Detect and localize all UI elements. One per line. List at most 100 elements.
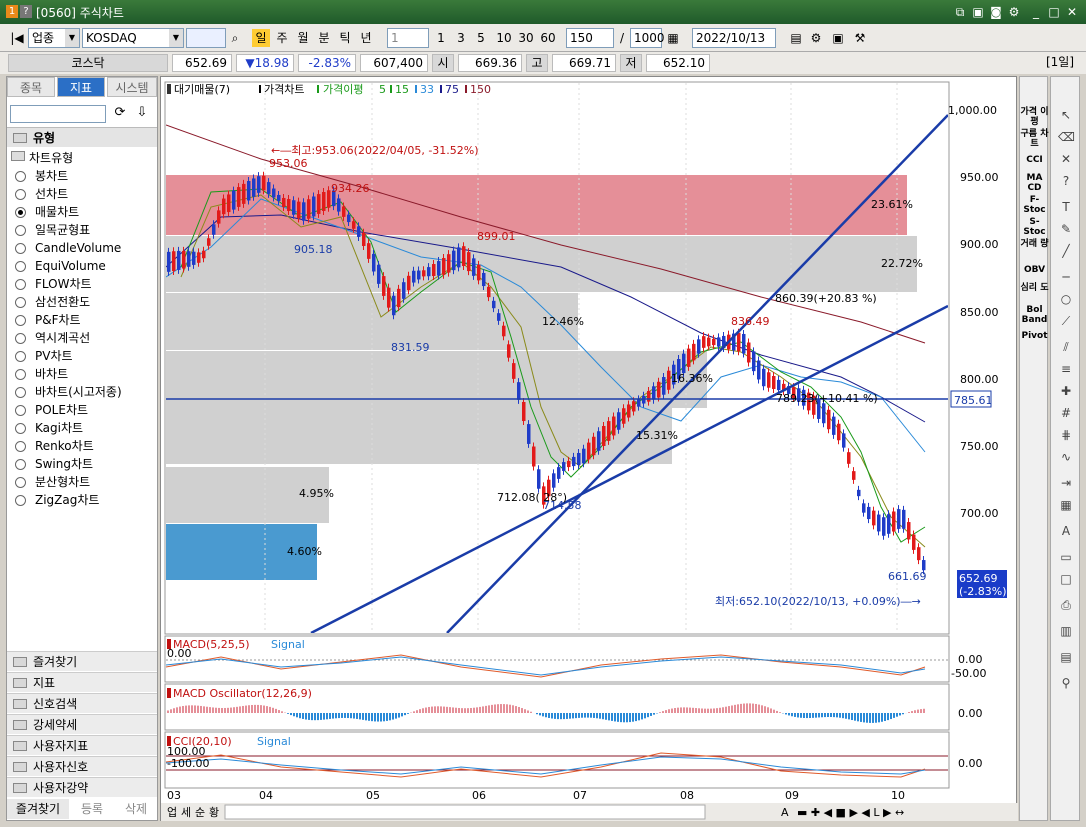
count-stepper[interactable]: 150 [566,28,614,48]
text-icon[interactable]: T [1058,199,1074,215]
chart-area[interactable]: 대기매물(7) 가격차트 가격이평 5 15 33 75 150 ←―최고:95… [160,76,1018,822]
num-60[interactable]: 60 [538,29,558,47]
chart-type-item[interactable]: 선차트 [15,186,68,203]
num-3[interactable]: 3 [454,29,468,47]
help-icon[interactable]: ? [20,5,32,18]
help-icon[interactable]: ? [1058,173,1074,189]
chart-type-item[interactable]: 역시계곡선 [15,330,90,347]
nav-first-icon[interactable]: |◀ [8,29,26,47]
shortcut-psych[interactable]: 심리 도 [1020,283,1049,293]
rect-icon[interactable]: □ [1058,571,1074,587]
chart-type-item[interactable]: Kagi차트 [15,420,83,437]
num-5[interactable]: 5 [474,29,488,47]
bottom-tab[interactable]: 업 [167,806,177,819]
shortcut-cci[interactable]: CCI [1020,155,1049,165]
chart-type-item[interactable]: 분산형차트 [15,474,90,491]
link-icon[interactable]: ⧉ [952,4,968,20]
close-button[interactable]: ✕ [1064,4,1080,20]
bottom-tab[interactable]: 세 [181,806,191,819]
market-select[interactable]: 업종 ▼ [28,28,80,48]
shortcut-fstoc[interactable]: F- Stoc [1020,195,1049,215]
shortcut-pivot[interactable]: Pivot [1020,331,1049,341]
gann-icon[interactable]: ⋕ [1058,427,1074,443]
shortcut-macd[interactable]: MA CD [1020,173,1049,193]
copy-icon[interactable]: ▣ [970,4,986,20]
search-input[interactable] [10,105,106,123]
register-button[interactable]: 등록 [71,799,113,819]
minimize-button[interactable]: _ [1028,4,1044,20]
auto-icon[interactable]: A [1058,523,1074,539]
bottom-tab[interactable]: 황 [209,806,219,819]
chart-type-item[interactable]: 매물차트 [15,204,79,221]
favorites-button[interactable]: 즐겨찾기 [7,799,69,819]
shortcut-sstoc[interactable]: S- Stoc [1020,217,1049,237]
grid-icon[interactable]: # [1058,405,1074,421]
folder-strength[interactable]: 강세약세 [7,714,157,734]
chart-type-item[interactable]: ZigZag차트 [15,492,99,509]
window-icon[interactable]: ▭ [1058,549,1074,565]
chart-type-item[interactable]: EquiVolume [15,258,106,275]
num-30[interactable]: 30 [516,29,536,47]
chart-type-item[interactable]: POLE차트 [15,402,88,419]
chart-type-item[interactable]: PV차트 [15,348,73,365]
chart-type-item[interactable]: 바차트 [15,366,68,383]
period-year[interactable]: 년 [357,29,375,47]
chart-type-item[interactable]: FLOW차트 [15,276,92,293]
tab-indicator[interactable]: 지표 [57,77,105,97]
camera-icon[interactable]: ◙ [988,4,1004,20]
wave-icon[interactable]: ∿ [1058,449,1074,465]
period-icon[interactable]: ⇥ [1058,475,1074,491]
cursor-icon[interactable]: ↖ [1058,107,1074,123]
save-icon[interactable]: ▣ [830,29,846,47]
period-day[interactable]: 일 [252,29,270,47]
section-type[interactable]: 유형 [7,127,157,147]
folder-user-indicator[interactable]: 사용자지표 [7,735,157,755]
circle-icon[interactable]: ○ [1058,291,1074,307]
settings-icon[interactable]: ⚙ [808,29,824,47]
tab-stock[interactable]: 종목 [7,77,55,97]
period-week[interactable]: 주 [273,29,291,47]
scrollbar[interactable] [224,804,706,820]
hline-icon[interactable]: ─ [1058,269,1074,285]
period-month[interactable]: 월 [294,29,312,47]
tab-system[interactable]: 시스템 [107,77,157,97]
chart-type-item[interactable]: CandleVolume [15,240,121,257]
shortcut-obv[interactable]: OBV [1020,265,1049,275]
shortcut-volume[interactable]: 거래 량 [1020,239,1049,249]
folder-signal-search[interactable]: 신호검색 [7,693,157,713]
delete-all-icon[interactable]: ✕ [1058,151,1074,167]
symbol-input[interactable]: KOSDAQ ▼ [82,28,184,48]
chart-svg[interactable]: 대기매물(7) 가격차트 가격이평 5 15 33 75 150 ←―최고:95… [161,77,1018,822]
chart-icon[interactable]: ▥ [1058,623,1074,639]
chart-type-item[interactable]: 일목균형표 [15,222,90,239]
folder-user-strength[interactable]: 사용자강약 [7,777,157,797]
num-10[interactable]: 10 [494,29,514,47]
chart-type-item[interactable]: 삼선전환도 [15,294,90,311]
interval-select[interactable]: 1 [387,28,429,48]
gear-icon[interactable]: ⚙ [1006,4,1022,20]
calendar-icon[interactable]: ▦ [664,29,682,47]
folder-user-signal[interactable]: 사용자신호 [7,756,157,776]
code-lookup-icon[interactable] [186,28,226,48]
print-icon[interactable]: ⎙ [1058,597,1074,613]
shortcut-cloud[interactable]: 구름 차트 [1020,129,1049,149]
date-picker[interactable]: 2022/10/13 [692,28,776,48]
maximize-button[interactable]: □ [1046,4,1062,20]
search-icon[interactable]: ⌕ [226,29,244,47]
tree-root[interactable]: 차트유형 [11,149,73,166]
refresh-icon[interactable]: ⟳ [111,105,129,123]
chart-type-item[interactable]: P&F차트 [15,312,81,329]
eraser-icon[interactable]: ⌫ [1058,129,1075,145]
trend-icon[interactable]: ⟋ [1058,313,1074,329]
db-icon[interactable]: ▤ [1058,649,1074,665]
brush-icon[interactable]: ✎ [1058,221,1074,237]
pin-icon[interactable]: ⚲ [1058,675,1074,691]
channel-icon[interactable]: ⫽ [1058,339,1074,355]
bars-icon[interactable]: ▦ [1058,497,1074,513]
shortcut-ma[interactable]: 가격 이평 [1020,107,1049,127]
chart-type-item[interactable]: 봉차트 [15,168,68,185]
zoom-out-icon[interactable]: ▬ ✚ ◀ ■ ▶ ◀ L ▶ ↔ [797,806,904,819]
chart-type-item[interactable]: Swing차트 [15,456,93,473]
shortcut-bolband[interactable]: Bol Band [1020,305,1049,325]
nav-a[interactable]: A [781,806,789,819]
